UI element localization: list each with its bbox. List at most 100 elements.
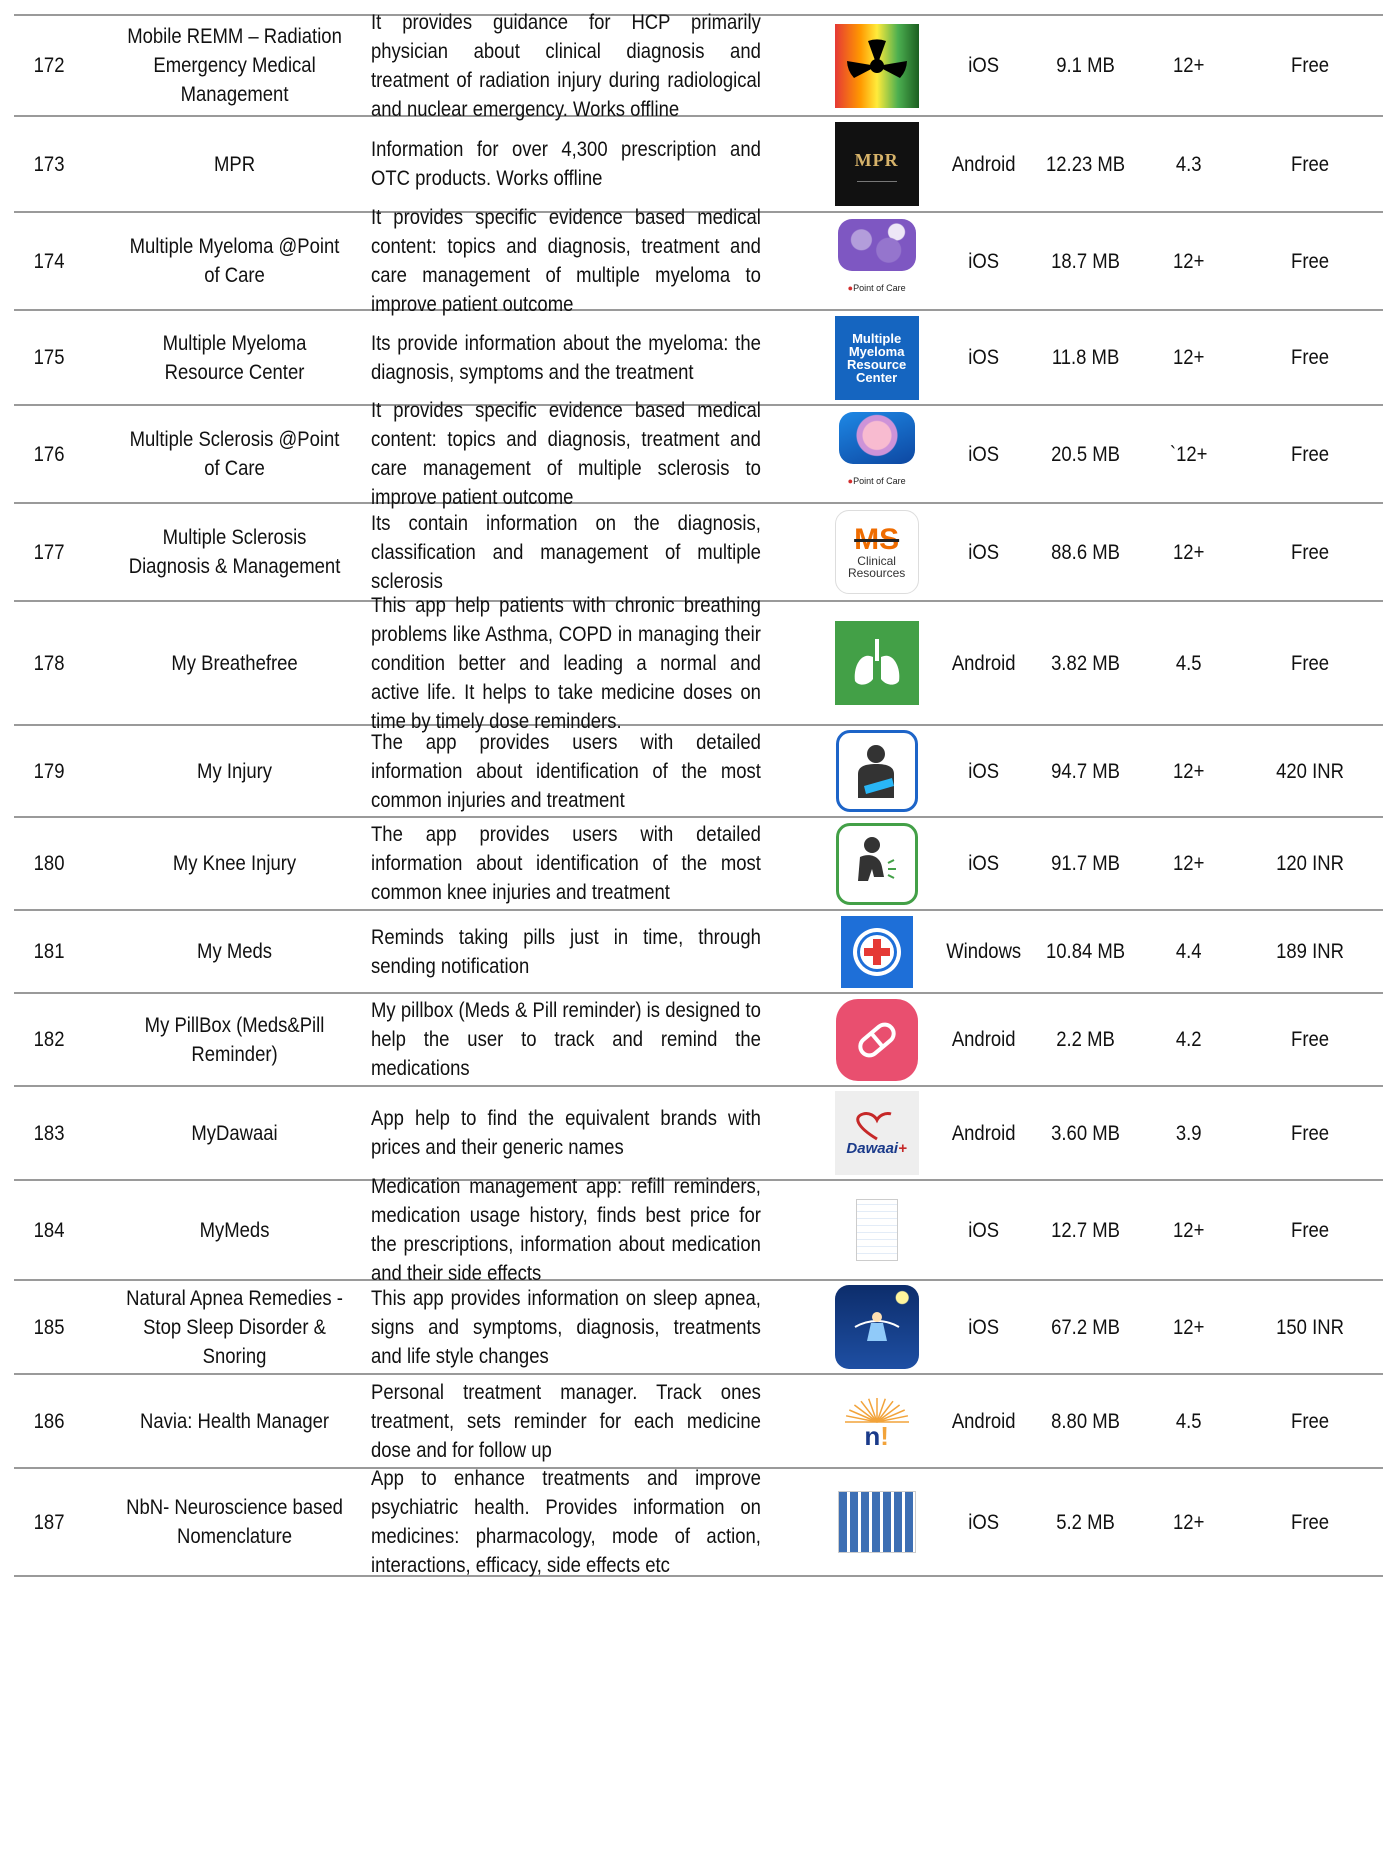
app-size: 9.1 MB	[1056, 54, 1116, 77]
app-rating: 4.5	[1175, 1409, 1202, 1433]
app-rating: 12+	[1172, 249, 1204, 273]
table-row: 178 My Breathefree This app help patient…	[14, 594, 1383, 733]
app-rating: 12+	[1172, 54, 1204, 77]
platform: iOS	[968, 759, 1000, 783]
app-size: 12.7 MB	[1051, 1218, 1121, 1242]
table-row: 183 MyDawaai App help to find the equiva…	[14, 1087, 1383, 1181]
app-price: Free	[1290, 1121, 1329, 1145]
row-number: 183	[33, 1121, 65, 1145]
platform: iOS	[968, 1315, 1000, 1339]
platform: Android	[951, 1409, 1016, 1433]
app-price: Free	[1290, 540, 1329, 564]
row-number: 179	[33, 759, 65, 783]
app-rating: 3.9	[1175, 1121, 1202, 1145]
platform: Android	[951, 1121, 1016, 1145]
table-row: 179 My Injury The app provides users wit…	[14, 726, 1383, 818]
app-description: It provides specific evidence based medi…	[371, 206, 762, 316]
app-price: Free	[1290, 152, 1329, 176]
app-price: Free	[1290, 249, 1329, 273]
row-number: 186	[33, 1409, 65, 1433]
app-rating: `12+	[1169, 442, 1207, 466]
app-size: 3.60 MB	[1051, 1121, 1121, 1145]
navia-sunburst-icon: n!	[818, 1379, 935, 1463]
radiation-icon	[818, 23, 935, 108]
table-row: 181 My Meds Reminds taking pills just in…	[14, 911, 1383, 994]
app-size: 12.23 MB	[1046, 152, 1126, 176]
app-description: Its provide information about the myelom…	[371, 331, 762, 384]
app-rating: 12+	[1172, 1510, 1204, 1534]
mydawaai-heart-icon: Dawaai+	[818, 1091, 935, 1175]
app-price: Free	[1290, 1510, 1329, 1534]
app-rating: 12+	[1172, 540, 1204, 564]
row-number: 177	[33, 540, 65, 564]
app-price: Free	[1290, 346, 1329, 369]
platform: Android	[951, 152, 1016, 176]
row-number: 172	[33, 54, 65, 77]
app-price: Free	[1290, 442, 1329, 466]
app-rating: 12+	[1172, 346, 1204, 369]
table-row: 172 Mobile REMM – Radiation Emergency Me…	[14, 11, 1383, 121]
app-description: This app help patients with chronic brea…	[371, 593, 762, 733]
myeloma-resource-center-icon: Multiple Myeloma Resource Center	[818, 315, 935, 400]
app-description: Its contain information on the diagnosis…	[371, 511, 762, 593]
platform: iOS	[968, 540, 1000, 564]
app-name: MyMeds	[199, 1218, 270, 1242]
app-rating: 12+	[1172, 852, 1204, 875]
platform: iOS	[968, 1510, 1000, 1534]
app-size: 67.2 MB	[1051, 1315, 1121, 1339]
app-size: 10.84 MB	[1046, 940, 1126, 963]
app-price: 120 INR	[1276, 852, 1344, 875]
platform: iOS	[968, 852, 1000, 875]
app-name: Multiple Sclerosis @Point of Care	[129, 428, 340, 480]
navia-logo-text: n!	[864, 1421, 889, 1451]
app-description: App help to find the equivalent brands w…	[371, 1107, 762, 1159]
app-name: My Breathefree	[171, 651, 298, 675]
app-price: Free	[1290, 651, 1329, 675]
row-number: 174	[33, 249, 65, 273]
app-name: Natural Apnea Remedies - Stop Sleep Diso…	[126, 1286, 344, 1368]
point-of-care-label: ●Point of Care	[847, 476, 906, 486]
app-price: Free	[1290, 54, 1329, 77]
app-name: MPR	[214, 152, 256, 176]
app-size: 3.82 MB	[1051, 651, 1121, 675]
app-description: Information for over 4,300 prescription …	[371, 138, 762, 190]
mpr-logo-icon: MPR	[818, 122, 935, 206]
platform: iOS	[968, 346, 1000, 369]
app-size: 20.5 MB	[1051, 442, 1121, 466]
app-size: 8.80 MB	[1051, 1409, 1121, 1433]
app-rating: 12+	[1172, 1315, 1204, 1339]
row-number: 175	[33, 346, 65, 369]
table-row: 187 NbN- Neuroscience based Nomenclature…	[14, 1467, 1383, 1577]
app-table: 172 Mobile REMM – Radiation Emergency Me…	[14, 11, 1383, 1577]
row-number: 185	[33, 1315, 65, 1339]
table-row: 174 Multiple Myeloma @Point of Care It p…	[14, 206, 1383, 316]
pill-icon	[818, 998, 935, 1081]
platform: iOS	[968, 442, 1000, 466]
row-number: 180	[33, 852, 65, 875]
app-rating: 4.2	[1175, 1028, 1202, 1051]
platform: Android	[951, 651, 1016, 675]
app-name: Multiple Myeloma @Point of Care	[129, 235, 340, 287]
row-number: 184	[33, 1218, 65, 1242]
app-description: App to enhance treatments and improve ps…	[371, 1467, 762, 1577]
app-description: It provides guidance for HCP primarily p…	[371, 10, 762, 121]
platform: Windows	[946, 940, 1022, 963]
row-number: 173	[33, 152, 65, 176]
app-name: My Knee Injury	[173, 852, 297, 875]
arm-sling-icon	[818, 730, 935, 812]
app-size: 2.2 MB	[1056, 1028, 1116, 1051]
app-size: 18.7 MB	[1051, 249, 1121, 273]
table-row: 182 My PillBox (Meds&Pill Reminder) My p…	[14, 994, 1383, 1087]
app-price: 420 INR	[1276, 759, 1344, 783]
app-description: It provides specific evidence based medi…	[371, 399, 762, 509]
row-number: 178	[33, 651, 65, 675]
app-description: Medication management app: refill remind…	[371, 1175, 762, 1285]
point-of-care-label: ●Point of Care	[847, 283, 906, 293]
platform: iOS	[968, 249, 1000, 273]
app-description: The app provides users with detailed inf…	[371, 730, 762, 812]
lungs-icon	[818, 621, 935, 705]
app-price: Free	[1290, 1218, 1329, 1242]
app-rating: 12+	[1172, 759, 1204, 783]
app-size: 91.7 MB	[1051, 852, 1121, 875]
screenshot-thumbnail-icon	[818, 1188, 935, 1272]
